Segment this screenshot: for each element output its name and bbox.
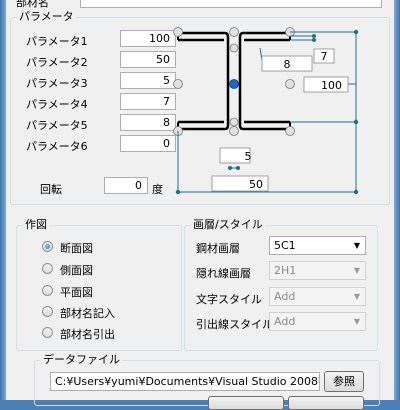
radio-label-member-name-leader: 部材名引出 xyxy=(60,328,115,341)
snap-point xyxy=(229,43,239,53)
hidden-line-layer-label: 隠れ線画層 xyxy=(196,267,251,280)
param-5-label: パラメータ5 xyxy=(26,119,88,132)
param-row-5: パラメータ5 8 xyxy=(26,114,176,134)
param-1-label: パラメータ1 xyxy=(26,35,88,48)
text-style-label: 文字スタイル xyxy=(196,293,262,306)
chevron-down-icon: ▼ xyxy=(353,266,360,275)
param-row-2: パラメータ2 50 xyxy=(26,51,176,71)
rotation-unit: 度 xyxy=(152,183,163,196)
dim-label-7: 7 xyxy=(321,50,328,63)
radio-button[interactable] xyxy=(42,263,53,274)
param-2-label: パラメータ2 xyxy=(26,56,88,69)
snap-point xyxy=(173,27,183,37)
hidden-line-layer-select[interactable]: 2H1 ▼ xyxy=(269,261,366,280)
param-row-4: パラメータ4 7 xyxy=(26,93,176,113)
dim-label-50: 50 xyxy=(249,178,263,191)
param-row-3: パラメータ3 5 xyxy=(26,72,176,92)
radio-button-checked[interactable] xyxy=(42,241,53,252)
window-frame-right xyxy=(394,0,400,400)
text-style-value: Add xyxy=(274,290,296,303)
member-name-label: 部材名 xyxy=(16,0,49,9)
radio-button[interactable] xyxy=(42,285,53,296)
drawing-group-title: 作図 xyxy=(23,218,49,232)
radio-label-member-name-write: 部材名記入 xyxy=(60,307,115,320)
radio-label-side-view: 側面図 xyxy=(60,264,93,277)
radio-label-section-view: 断面図 xyxy=(60,242,93,255)
hidden-line-layer-value: 2H1 xyxy=(274,264,297,277)
steel-layer-value: 5C1 xyxy=(274,239,296,252)
radio-button[interactable] xyxy=(42,327,53,338)
snap-point xyxy=(229,27,239,37)
section-diagram: 7 8 100 5 50 xyxy=(173,27,359,195)
dialog-button-1[interactable] xyxy=(208,396,284,410)
dialog-button-2[interactable] xyxy=(288,396,364,410)
text-style-select[interactable]: Add ▼ xyxy=(269,287,366,306)
leader-style-label: 引出線スタイル xyxy=(196,318,273,331)
layer-style-group-title: 画層/スタイル xyxy=(191,218,265,232)
radio-button[interactable] xyxy=(42,306,53,317)
center-point xyxy=(229,79,239,89)
snap-point xyxy=(229,117,239,127)
param-row-6: パラメータ6 0 xyxy=(26,135,176,155)
snap-point xyxy=(173,79,183,89)
data-file-group-title: データファイル xyxy=(41,353,122,367)
snap-point xyxy=(285,79,295,89)
radio-label-plan-view: 平面図 xyxy=(60,286,93,299)
param-4-label: パラメータ4 xyxy=(26,98,88,111)
snap-point xyxy=(229,126,239,136)
chevron-down-icon: ▼ xyxy=(353,292,360,301)
rotation-label: 回転 xyxy=(40,183,62,196)
chevron-down-icon: ▼ xyxy=(353,317,360,326)
leader-style-value: Add xyxy=(274,315,296,328)
param-3-label: パラメータ3 xyxy=(26,77,88,90)
dim-label-5: 5 xyxy=(245,150,252,163)
rotation-input[interactable]: 0 xyxy=(104,177,148,194)
data-file-path-field[interactable]: C:¥Users¥yumi¥Documents¥Visual Studio 20… xyxy=(50,372,320,391)
chevron-down-icon: ▼ xyxy=(353,241,360,250)
parameters-group-title: パラメータ xyxy=(17,10,76,24)
snap-point xyxy=(285,126,295,136)
dim-label-100: 100 xyxy=(321,79,342,92)
param-row-1: パラメータ1 100 xyxy=(26,30,176,50)
steel-layer-select[interactable]: 5C1 ▼ xyxy=(269,236,366,255)
browse-button[interactable]: 参照 xyxy=(324,371,364,392)
member-name-input[interactable] xyxy=(80,0,382,8)
param-6-label: パラメータ6 xyxy=(26,140,88,153)
leader-style-select[interactable]: Add ▼ xyxy=(269,312,366,331)
dim-label-8: 8 xyxy=(284,58,291,71)
steel-layer-label: 鋼材画層 xyxy=(196,242,240,255)
dialog-client-area: 部材名 パラメータ パラメータ1 100 パラメータ2 50 パラメータ3 5 … xyxy=(6,0,394,410)
